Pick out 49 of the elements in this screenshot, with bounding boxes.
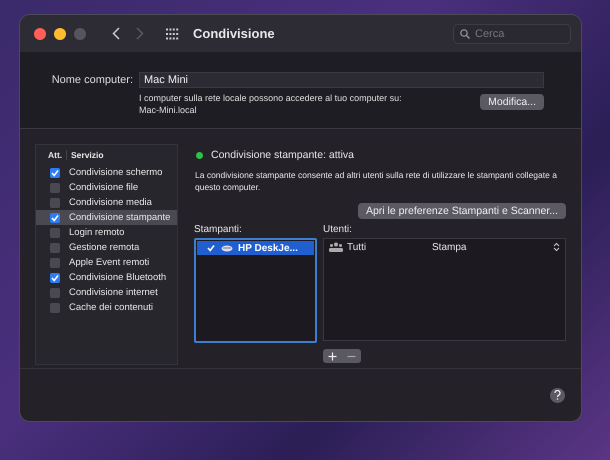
field-label: Nome computer: (50, 74, 133, 86)
printer-icon (221, 244, 233, 252)
local-address: Mac-Mini.local (139, 104, 198, 116)
grid-icon[interactable] (166, 27, 179, 40)
list-label: Utenti: (323, 224, 353, 235)
list-label: Stampanti: (194, 224, 243, 235)
window-title: Condivisione (193, 26, 275, 41)
checkbox[interactable] (50, 168, 60, 178)
open-printers-button[interactable]: Apri le preferenze Stampanti e Scanner... (358, 203, 566, 219)
stepper-icon[interactable] (553, 242, 560, 252)
search-field[interactable]: Cerca (453, 24, 571, 44)
checkbox[interactable] (50, 288, 60, 298)
permission-popup[interactable]: Stampa (432, 242, 553, 252)
service-row[interactable]: Condivisione media (36, 195, 177, 210)
service-row[interactable]: Condivisione Bluetooth (36, 270, 177, 285)
back-icon[interactable] (112, 27, 120, 40)
printer-row[interactable]: HP DeskJe... (197, 241, 314, 255)
computer-name-field[interactable]: Mac Mini (139, 72, 544, 88)
plus-icon (328, 352, 337, 360)
column-header: Att. (47, 150, 64, 160)
close-button[interactable] (34, 28, 46, 40)
checkmark[interactable] (206, 243, 216, 253)
checkbox[interactable] (50, 242, 60, 252)
minimize-button[interactable] (54, 28, 66, 40)
user-name: Tutti (347, 242, 368, 252)
description-text: La condivisione stampante consente ad altri utenti sulla rete di utilizzare le stampanti collegate a questo computer. (195, 169, 558, 193)
service-row[interactable]: Gestione remota (36, 240, 177, 255)
group-icon (329, 242, 343, 252)
service-row[interactable]: Condivisione stampante (36, 210, 177, 225)
checkbox[interactable] (50, 198, 60, 208)
service-row[interactable]: Condivisione internet (36, 285, 177, 300)
checkbox[interactable] (50, 182, 60, 192)
checkbox[interactable] (50, 258, 60, 268)
service-row[interactable]: Login remoto (36, 225, 177, 240)
status-text: Condivisione stampante: attiva (211, 149, 354, 161)
checkbox[interactable] (50, 228, 60, 238)
question-mark-icon (554, 390, 561, 400)
service-row[interactable]: Apple Event remoti (36, 255, 177, 270)
column-header: Servizio (66, 150, 104, 160)
checkbox[interactable] (50, 302, 60, 312)
info-text: I computer sulla rete locale possono accedere al tuo computer su: (139, 92, 403, 104)
service-row[interactable]: Cache dei contenuti (36, 300, 177, 315)
service-row[interactable]: Condivisione file (36, 180, 177, 195)
help-button[interactable] (550, 388, 565, 402)
checkbox[interactable] (50, 212, 60, 222)
edit-button[interactable]: Modifica... (480, 94, 544, 110)
service-row[interactable]: Condivisione schermo (36, 165, 177, 180)
checkbox[interactable] (50, 272, 60, 282)
search-icon (460, 28, 470, 38)
